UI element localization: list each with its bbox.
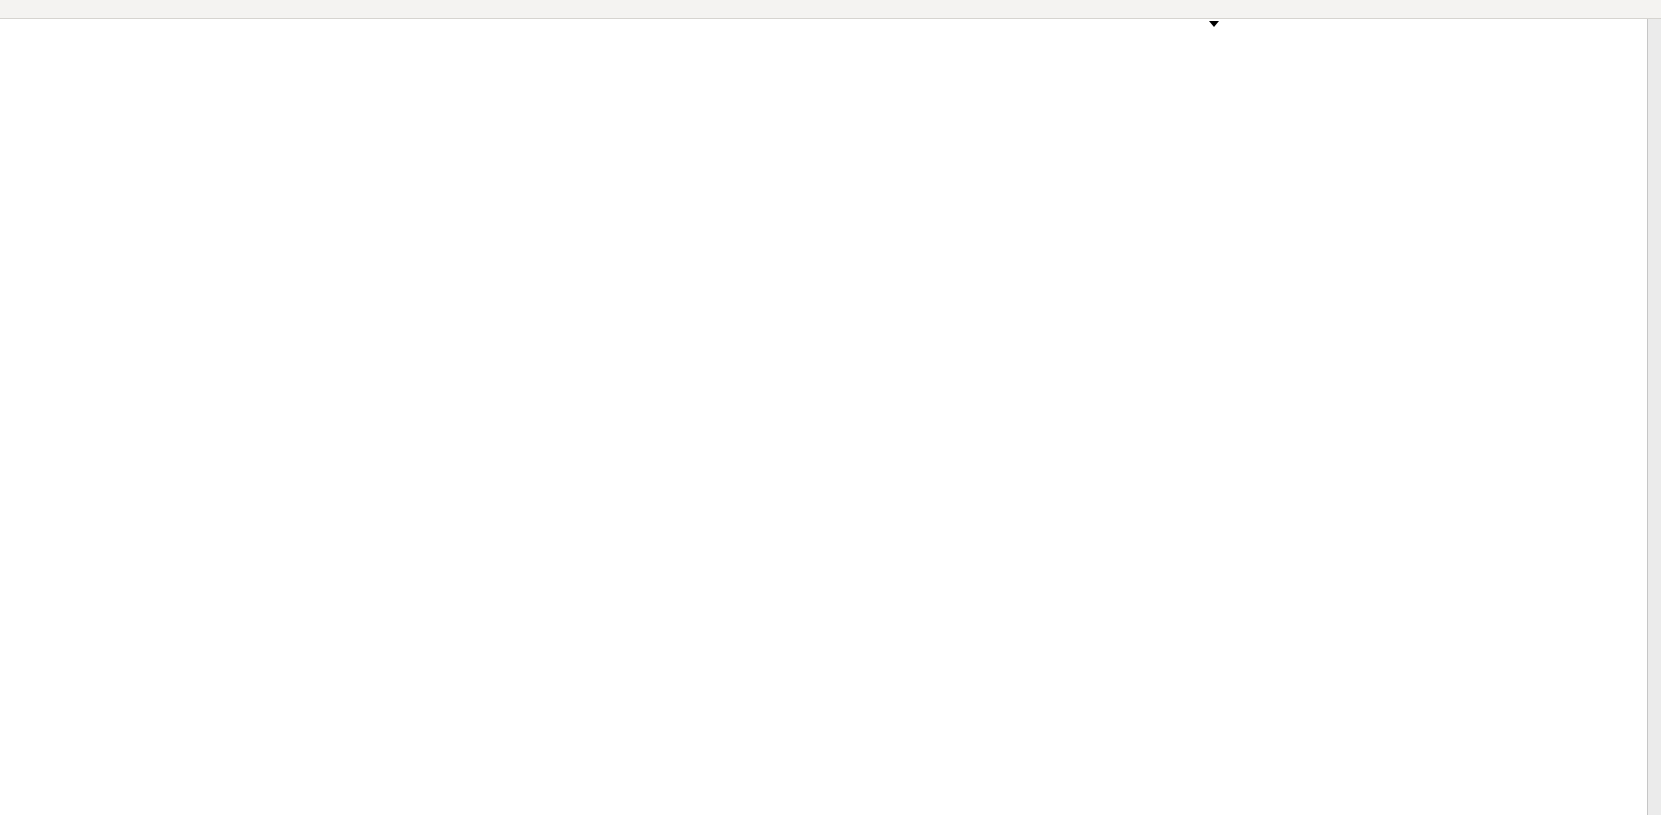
toolbar xyxy=(0,0,1661,19)
right-edge-strip xyxy=(1647,19,1661,815)
mt4-terminal xyxy=(0,0,1661,815)
chart-shift-marker-icon[interactable] xyxy=(1209,21,1219,27)
chart-canvas[interactable] xyxy=(0,0,1661,815)
